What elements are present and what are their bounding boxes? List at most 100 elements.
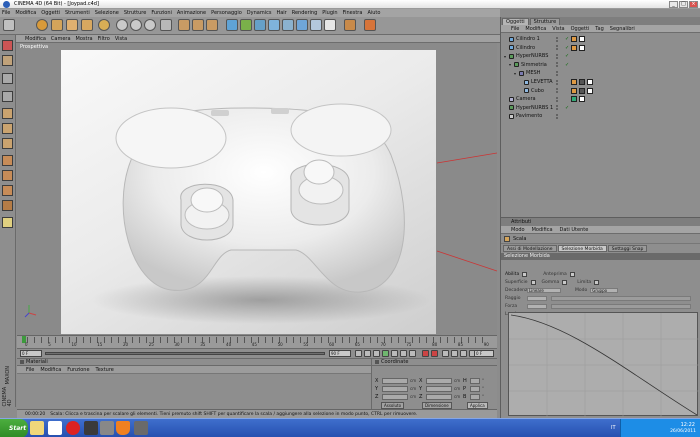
- enabled-check-icon[interactable]: ✓: [565, 105, 569, 111]
- app-taskbar-icon[interactable]: [134, 421, 148, 435]
- clock-date[interactable]: 26/06/2011: [670, 429, 696, 434]
- tab-selezione-morbida[interactable]: Selezione Morbida: [557, 245, 607, 252]
- points-mode-icon[interactable]: [364, 19, 376, 31]
- rotation-h-field[interactable]: [470, 377, 480, 384]
- menu-dynamics[interactable]: Dynamics: [247, 10, 272, 16]
- scene-object-icon[interactable]: [296, 19, 308, 31]
- object-name[interactable]: Cilindro 1: [516, 36, 540, 42]
- object-row[interactable]: LEVETTA: [501, 78, 700, 86]
- object-name[interactable]: HyperNURBS: [516, 53, 548, 59]
- menu-finestra[interactable]: Finestra: [343, 10, 363, 16]
- object-tag-icon[interactable]: [587, 79, 593, 85]
- object-tag-icon[interactable]: [579, 96, 585, 103]
- visibility-dots-icon[interactable]: [556, 70, 564, 76]
- object-name[interactable]: Cilindro: [516, 45, 535, 51]
- menu-personaggio[interactable]: Personaggio: [211, 10, 242, 16]
- object-row[interactable]: ▾ HyperNURBS ✓: [501, 52, 700, 60]
- object-tag-icon[interactable]: [579, 87, 585, 94]
- raggio-field[interactable]: [527, 296, 547, 301]
- menu-plugin[interactable]: Plugin: [322, 10, 337, 16]
- anteprima-checkbox[interactable]: [569, 272, 575, 277]
- visibility-dots-icon[interactable]: [556, 36, 564, 42]
- camera-icon[interactable]: [310, 19, 322, 31]
- objects-menu-vista[interactable]: Vista: [552, 26, 564, 32]
- keyframe-selection-icon[interactable]: [442, 350, 449, 357]
- nurbs-icon[interactable]: [254, 19, 266, 31]
- visibility-dots-icon[interactable]: [556, 53, 564, 59]
- visibility-dots-icon[interactable]: [556, 96, 564, 102]
- deformer-icon[interactable]: [282, 19, 294, 31]
- object-row[interactable]: ▾ MESH: [501, 69, 700, 77]
- enabled-check-icon[interactable]: ✓: [565, 62, 569, 68]
- object-name[interactable]: LEVETTA: [531, 79, 553, 85]
- object-name[interactable]: Cubo: [531, 88, 544, 94]
- position-y-field[interactable]: [382, 385, 408, 392]
- render-picture-viewer-icon[interactable]: [206, 19, 218, 31]
- viewport-menu-modifica[interactable]: Modifica: [25, 36, 46, 42]
- tab-assi-modellazione[interactable]: Assi di Modellazione: [503, 245, 557, 252]
- object-tag-icon[interactable]: [587, 87, 593, 94]
- frame-range-slider[interactable]: [45, 352, 325, 355]
- scale-icon[interactable]: [66, 19, 78, 31]
- size-x-field[interactable]: [426, 377, 452, 384]
- tab-oggetti[interactable]: Oggetti: [502, 18, 529, 25]
- attributes-menu-dati-utente[interactable]: Dati Utente: [560, 227, 589, 233]
- objects-menu-file[interactable]: File: [511, 26, 519, 32]
- current-frame-field[interactable]: 0 F: [474, 350, 494, 357]
- undo-icon[interactable]: [3, 19, 15, 31]
- limita-checkbox[interactable]: [594, 280, 600, 285]
- menu-funzioni[interactable]: Funzioni: [151, 10, 172, 16]
- objects-menu-segnalibri[interactable]: Segnalibri: [610, 26, 635, 32]
- object-row[interactable]: Cilindro 1 ✓: [501, 35, 700, 43]
- object-row[interactable]: HyperNURBS 1 ✓: [501, 104, 700, 112]
- object-row[interactable]: Camera: [501, 95, 700, 103]
- visibility-dots-icon[interactable]: [556, 113, 564, 119]
- modo-dropdown[interactable]: Gruppo: [590, 288, 619, 293]
- size-y-field[interactable]: [426, 385, 452, 392]
- objects-menu-oggetti[interactable]: Oggetti: [571, 26, 590, 32]
- menu-rendering[interactable]: Rendering: [292, 10, 318, 16]
- raggio-slider[interactable]: [551, 296, 691, 301]
- render-region-icon[interactable]: [192, 19, 204, 31]
- superficie-checkbox[interactable]: [530, 280, 536, 285]
- menu-aiuto[interactable]: Aiuto: [367, 10, 380, 16]
- render-view-icon[interactable]: [178, 19, 190, 31]
- coordinate-system-icon[interactable]: [160, 19, 172, 31]
- object-row[interactable]: Cubo: [501, 87, 700, 95]
- visibility-dots-icon[interactable]: [556, 79, 564, 85]
- object-tag-icon[interactable]: [579, 79, 585, 85]
- object-name[interactable]: MESH: [526, 70, 540, 76]
- object-tag-icon[interactable]: [571, 44, 577, 51]
- visibility-dots-icon[interactable]: [556, 45, 564, 51]
- material-menu-file[interactable]: File: [26, 367, 34, 373]
- viewport-menu-vista[interactable]: Vista: [115, 36, 127, 42]
- vlc-icon[interactable]: [116, 421, 130, 435]
- object-row[interactable]: Cilindro ✓: [501, 44, 700, 52]
- object-tag-icon[interactable]: [571, 36, 577, 42]
- decadenza-dropdown[interactable]: Lineare: [527, 288, 561, 293]
- rotation-b-field[interactable]: [470, 393, 480, 400]
- snap-icon[interactable]: [2, 217, 13, 228]
- x-axis-lock-icon[interactable]: [116, 19, 128, 31]
- objects-menu-tag[interactable]: Tag: [595, 26, 603, 32]
- maximize-button[interactable]: □: [679, 1, 688, 8]
- expand-arrow-icon[interactable]: ▾: [504, 54, 506, 59]
- explorer-icon[interactable]: [30, 421, 44, 435]
- object-tag-icon[interactable]: [579, 44, 585, 51]
- autokey-icon[interactable]: [431, 350, 438, 357]
- menu-oggetti[interactable]: Oggetti: [41, 10, 60, 16]
- points-tool-icon[interactable]: [2, 108, 13, 119]
- solo-mode-icon[interactable]: [2, 200, 13, 211]
- polygons-tool-icon[interactable]: [2, 138, 13, 149]
- model-mode-icon[interactable]: [2, 40, 13, 51]
- perspective-viewport[interactable]: [17, 43, 497, 335]
- viewport-menu-filtro[interactable]: Filtro: [98, 36, 110, 42]
- texture-mode-icon[interactable]: [2, 73, 13, 84]
- clock-time[interactable]: 12:22: [681, 422, 695, 428]
- array-icon[interactable]: [268, 19, 280, 31]
- object-tag-icon[interactable]: [579, 36, 585, 42]
- forza-slider[interactable]: [551, 304, 691, 309]
- expand-arrow-icon[interactable]: ▾: [509, 62, 511, 67]
- object-name[interactable]: Camera: [516, 96, 536, 102]
- tool-taskbar-icon[interactable]: [100, 421, 114, 435]
